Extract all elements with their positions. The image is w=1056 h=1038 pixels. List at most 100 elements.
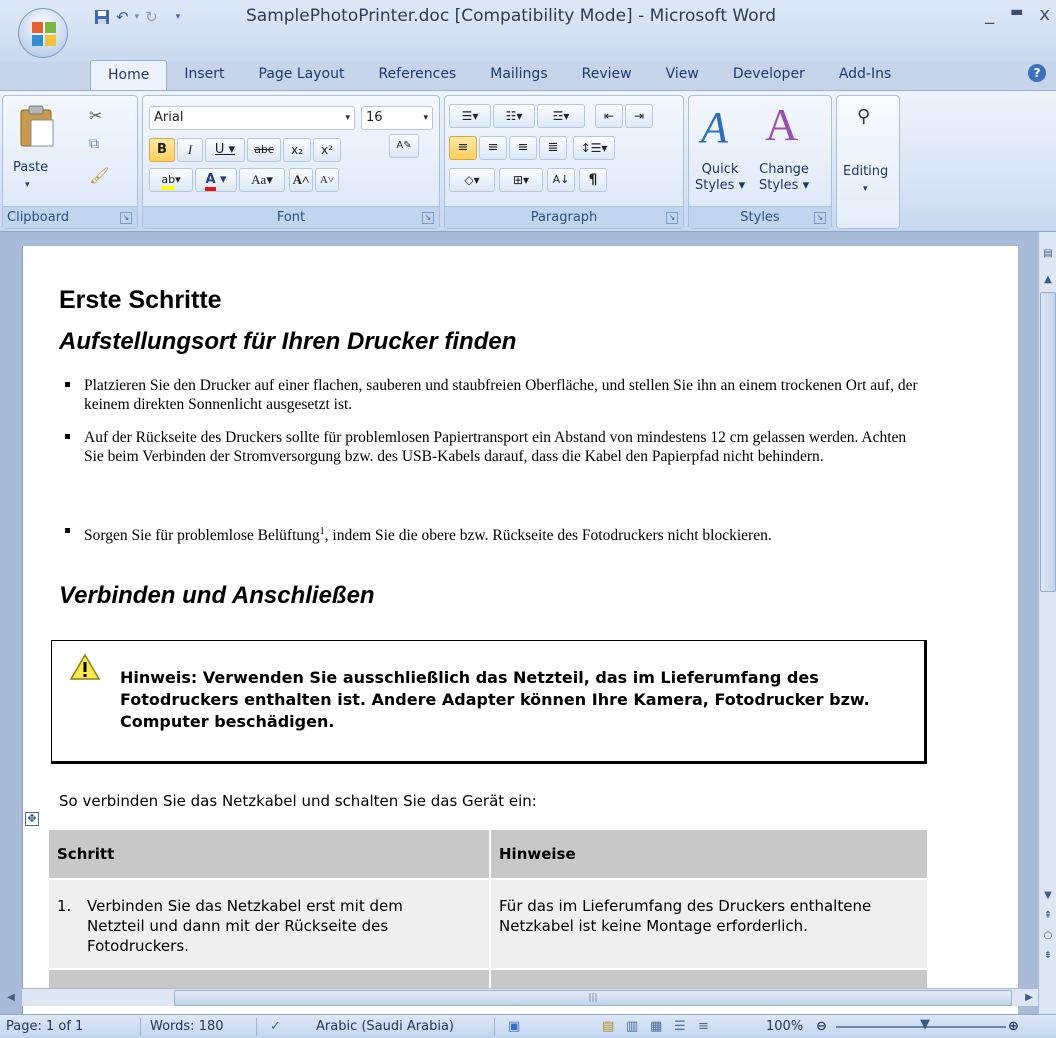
ruler-toggle-icon[interactable]: ▤	[1040, 246, 1056, 262]
paste-button[interactable]: Paste	[13, 160, 48, 175]
bullet-text-part: , indem Sie die obere bzw. Rückseite des…	[324, 527, 772, 545]
align-center-button[interactable]: ≡	[479, 136, 507, 160]
underline-button[interactable]: U ▾	[205, 138, 245, 162]
line-spacing-button[interactable]: ↕☰▾	[573, 136, 615, 160]
format-painter-icon[interactable]: 🖌	[89, 166, 109, 185]
tab-view[interactable]: View	[649, 60, 716, 90]
full-screen-reading-view-icon[interactable]: ▥	[626, 1019, 638, 1034]
numbering-button[interactable]: ☷▾	[493, 104, 535, 128]
sort-button[interactable]: A↓	[547, 168, 575, 192]
show-formatting-button[interactable]: ¶	[579, 168, 607, 192]
change-case-label: Aa	[251, 172, 267, 187]
shading-button[interactable]: ◇▾	[449, 168, 495, 192]
next-page-icon[interactable]: ⇟	[1040, 948, 1056, 964]
outline-view-icon[interactable]: ☰	[674, 1019, 686, 1034]
scroll-up-icon[interactable]: ▲	[1040, 272, 1056, 288]
tab-references[interactable]: References	[361, 60, 473, 90]
font-size-select[interactable]: 16 ▾	[361, 106, 433, 130]
paste-icon[interactable]	[19, 104, 55, 148]
bullets-button[interactable]: ☰▾	[449, 104, 491, 128]
grow-font-button[interactable]: A˄	[289, 168, 313, 192]
subscript-button[interactable]: x₂	[283, 138, 311, 162]
decrease-indent-button[interactable]: ⇤	[595, 104, 623, 128]
copy-icon[interactable]: ⧉	[89, 136, 99, 152]
document-page[interactable]: Erste Schritte Aufstellungsort für Ihren…	[22, 246, 1018, 1016]
vertical-scroll-thumb[interactable]	[1040, 292, 1056, 592]
print-layout-view-icon[interactable]: ▤	[602, 1019, 614, 1034]
scroll-down-icon[interactable]: ▼	[1040, 888, 1056, 904]
bullet-item: Auf der Rückseite des Druckers sollte fü…	[65, 428, 927, 466]
highlight-button[interactable]: ab▾	[149, 168, 193, 192]
web-layout-view-icon[interactable]: ▦	[650, 1019, 662, 1034]
page-indicator[interactable]: Page: 1 of 1	[6, 1019, 83, 1034]
font-launcher-icon[interactable]: ↘	[422, 212, 434, 224]
word-count[interactable]: Words: 180	[150, 1019, 224, 1034]
font-name-select[interactable]: Arial ▾	[149, 106, 355, 130]
change-styles-button[interactable]: Change Styles ▾	[759, 162, 809, 194]
minimize-button[interactable]: _	[985, 4, 994, 25]
quick-styles-icon[interactable]: A	[701, 102, 728, 153]
scroll-right-icon[interactable]: ▶	[1022, 990, 1036, 1006]
proofing-icon[interactable]: ✓	[270, 1019, 281, 1034]
tab-add-ins[interactable]: Add-Ins	[822, 60, 908, 90]
close-button[interactable]: x	[1039, 4, 1050, 25]
bullet-item: Platzieren Sie den Drucker auf einer fla…	[65, 376, 927, 414]
tab-insert[interactable]: Insert	[167, 60, 241, 90]
table-move-handle-icon[interactable]: ✥	[25, 812, 39, 826]
tab-mailings[interactable]: Mailings	[473, 60, 564, 90]
zoom-out-icon[interactable]: ⊖	[816, 1019, 827, 1034]
qat-customize-icon[interactable]: ▾	[176, 12, 181, 22]
increase-indent-button[interactable]: ⇥	[625, 104, 653, 128]
strikethrough-button[interactable]: abc	[247, 138, 281, 162]
change-styles-icon[interactable]: A	[765, 98, 798, 151]
cut-icon[interactable]: ✂	[89, 106, 102, 125]
paste-dropdown-icon[interactable]: ▾	[25, 180, 30, 190]
heading-verbinden: Verbinden und Anschließen	[59, 582, 375, 609]
heading-erste-schritte: Erste Schritte	[59, 286, 222, 314]
bullet-marker	[65, 434, 70, 439]
zoom-in-icon[interactable]: ⊕	[1008, 1019, 1019, 1034]
undo-dropdown-icon[interactable]: ▾	[135, 12, 140, 22]
font-color-button[interactable]: A ▾	[195, 168, 237, 192]
align-right-button[interactable]: ≡	[509, 136, 537, 160]
quick-styles-button[interactable]: Quick Styles ▾	[695, 162, 745, 194]
superscript-button[interactable]: x²	[313, 138, 341, 162]
bold-button[interactable]: B	[149, 138, 175, 162]
tab-developer[interactable]: Developer	[716, 60, 822, 90]
multilevel-list-button[interactable]: ☲▾	[537, 104, 585, 128]
justify-button[interactable]: ≣	[539, 136, 567, 160]
shrink-font-button[interactable]: A˅	[315, 168, 339, 192]
align-left-button[interactable]: ≡	[449, 136, 477, 160]
horizontal-scrollbar[interactable]: ◀ ||| ▶	[7, 988, 1038, 1006]
select-browse-object-icon[interactable]: ○	[1040, 928, 1056, 944]
macro-record-icon[interactable]: ▣	[508, 1019, 520, 1034]
styles-launcher-icon[interactable]: ↘	[814, 212, 826, 224]
help-icon[interactable]: ?	[1028, 64, 1046, 82]
draft-view-icon[interactable]: ≡	[698, 1019, 709, 1034]
editing-button: Editing	[843, 164, 889, 179]
redo-icon[interactable]: ↻	[145, 8, 158, 26]
undo-icon[interactable]: ↶	[116, 8, 129, 26]
scroll-left-icon[interactable]: ◀	[2, 990, 20, 1006]
previous-page-icon[interactable]: ⇞	[1040, 908, 1056, 924]
step-text: Verbinden Sie das Netzkabel erst mit dem…	[87, 897, 403, 955]
language-indicator[interactable]: Arabic (Saudi Arabia)	[316, 1019, 454, 1034]
zoom-slider-thumb[interactable]: ▼	[920, 1017, 930, 1032]
tab-home[interactable]: Home	[90, 60, 168, 90]
save-icon[interactable]	[94, 9, 110, 25]
vertical-scrollbar[interactable]: ▤ ▲ ▼ ⇞ ○ ⇟	[1038, 232, 1056, 1016]
editing-group[interactable]: ⚲ Editing ▾	[836, 95, 900, 229]
clipboard-launcher-icon[interactable]: ↘	[120, 212, 132, 224]
tab-page-layout[interactable]: Page Layout	[242, 60, 362, 90]
bullet-item: Sorgen Sie für problemlose Belüftung1, i…	[65, 522, 927, 545]
office-button[interactable]	[18, 8, 68, 58]
borders-button[interactable]: ⊞▾	[499, 168, 543, 192]
italic-button[interactable]: I	[177, 138, 203, 162]
paragraph-launcher-icon[interactable]: ↘	[666, 212, 678, 224]
horizontal-scroll-thumb[interactable]: |||	[174, 990, 1012, 1006]
tab-review[interactable]: Review	[565, 60, 649, 90]
change-case-button[interactable]: Aa▾	[239, 168, 285, 192]
clear-formatting-button[interactable]: A✎	[389, 134, 419, 158]
maximize-button[interactable]: ▬	[1010, 4, 1023, 25]
zoom-level[interactable]: 100%	[766, 1019, 803, 1034]
